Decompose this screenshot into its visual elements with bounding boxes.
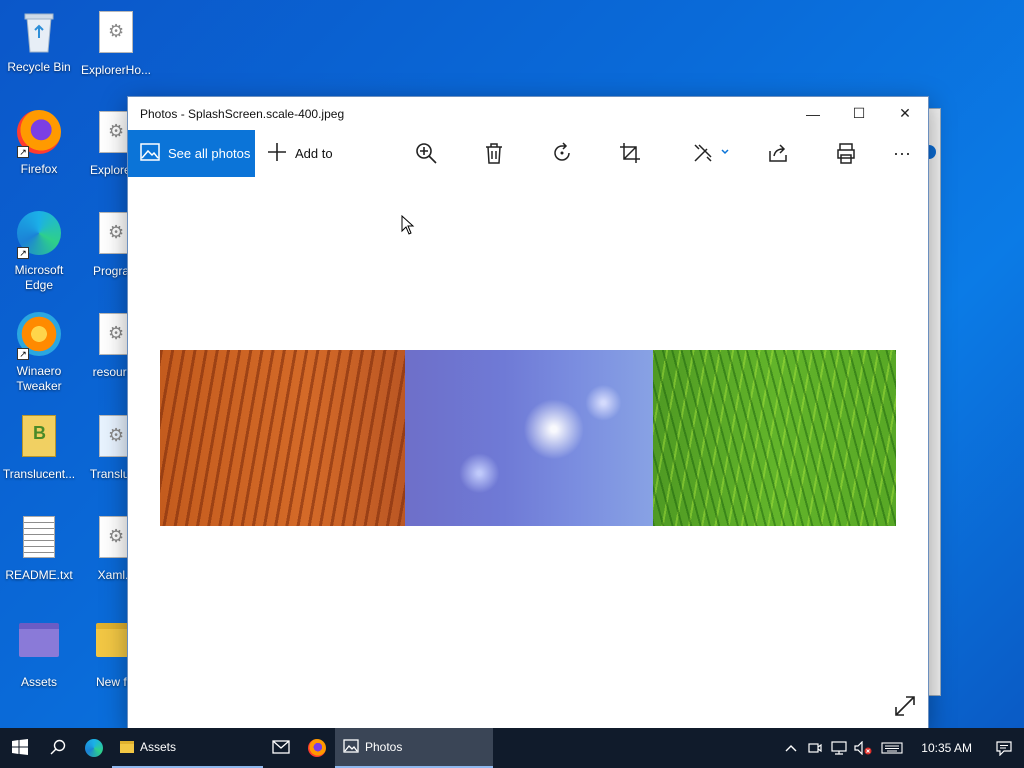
more-button[interactable]: ··· — [893, 142, 917, 166]
photo-image — [160, 350, 896, 526]
desktop-icon-recycle-bin[interactable]: Recycle Bin — [1, 8, 77, 75]
winaero-tweaker-icon: ↗ — [15, 312, 63, 360]
taskbar-mail[interactable] — [263, 728, 299, 768]
rotate-icon[interactable] — [551, 142, 575, 166]
photo-icon — [140, 143, 160, 164]
desktop-icon-label: Recycle Bin — [7, 60, 71, 74]
mouse-cursor-icon — [401, 214, 415, 235]
volume-muted-icon[interactable] — [851, 741, 875, 755]
text-file-icon — [15, 516, 63, 564]
galaxy-segment — [405, 350, 653, 526]
desktop-icon-label: Winaero Tweaker — [16, 364, 62, 393]
print-icon[interactable] — [835, 142, 859, 166]
shortcut-arrow-icon: ↗ — [17, 348, 29, 360]
folder-icon — [120, 741, 134, 753]
task-label: Assets — [140, 740, 177, 754]
window-title: Photos - SplashScreen.scale-400.jpeg — [140, 106, 345, 121]
minimize-button[interactable]: — — [790, 97, 836, 130]
add-to-label: Add to — [295, 146, 333, 161]
taskbar-firefox[interactable] — [299, 728, 335, 768]
chevron-up-icon[interactable] — [779, 744, 803, 752]
search-icon — [50, 739, 66, 758]
desktop-icon-winaero-tweaker[interactable]: ↗ Winaero Tweaker — [1, 310, 77, 394]
photos-toolbar: See all photos Add to ··· — [128, 130, 928, 177]
desktop-icon-assets[interactable]: Assets — [1, 613, 77, 690]
meet-now-icon[interactable] — [803, 741, 827, 755]
title-bar[interactable]: Photos - SplashScreen.scale-400.jpeg — ☐… — [128, 97, 928, 130]
fullscreen-icon[interactable] — [894, 695, 916, 717]
close-button[interactable]: ✕ — [882, 97, 928, 130]
search-button[interactable] — [40, 728, 76, 768]
maximize-button[interactable]: ☐ — [836, 97, 882, 130]
windows-logo-icon — [12, 738, 28, 758]
folder-icon — [15, 623, 63, 671]
photo-viewer[interactable] — [128, 177, 928, 729]
recycle-bin-icon — [15, 8, 63, 56]
edge-icon — [85, 739, 103, 757]
system-tray: 10:35 AM — [779, 728, 1024, 768]
plus-icon — [267, 142, 287, 165]
shortcut-arrow-icon: ↗ — [17, 247, 29, 259]
clock[interactable]: 10:35 AM — [909, 741, 984, 755]
desktop-icon-edge[interactable]: ↗ Microsoft Edge — [1, 209, 77, 293]
edge-icon: ↗ — [15, 211, 63, 259]
network-icon[interactable] — [827, 741, 851, 755]
share-icon[interactable] — [767, 142, 791, 166]
taskbar-photos[interactable]: Photos — [335, 728, 493, 768]
desktop-icon-translucent[interactable]: Translucent... — [1, 412, 77, 482]
archive-icon — [15, 415, 63, 463]
desert-segment — [160, 350, 405, 526]
add-to-button[interactable]: Add to — [267, 142, 333, 165]
desktop-icon-label: ExplorerHo... — [80, 63, 152, 77]
taskbar: Assets Photos 10:35 AM — [0, 728, 1024, 768]
zoom-icon[interactable] — [415, 142, 439, 166]
desktop-icon-explorerhost[interactable]: ExplorerHo... — [78, 8, 154, 78]
notifications-icon[interactable] — [984, 728, 1024, 768]
desktop-icon-firefox[interactable]: ↗ Firefox — [1, 108, 77, 177]
taskbar-assets[interactable]: Assets — [112, 728, 263, 768]
photos-window: Photos - SplashScreen.scale-400.jpeg — ☐… — [127, 96, 929, 730]
desktop-icon-label: README.txt — [5, 568, 73, 582]
firefox-icon: ↗ — [15, 110, 63, 158]
see-all-photos-label: See all photos — [168, 146, 251, 161]
desktop-icon-label: Assets — [20, 675, 57, 689]
desktop-icon-label: Microsoft Edge — [14, 263, 64, 292]
taskbar-edge[interactable] — [76, 728, 112, 768]
keyboard-icon[interactable] — [875, 742, 909, 754]
crop-icon[interactable] — [619, 142, 643, 166]
grass-segment — [653, 350, 896, 526]
mail-icon — [272, 739, 290, 757]
edit-icon[interactable] — [692, 142, 732, 166]
desktop-icon-readme[interactable]: README.txt — [1, 513, 77, 583]
desktop-icon-label: Translucent... — [2, 467, 76, 481]
shortcut-arrow-icon: ↗ — [17, 146, 29, 158]
photo-icon — [343, 738, 359, 756]
task-label: Photos — [365, 740, 403, 754]
firefox-icon — [308, 739, 326, 757]
desktop-icon-label: Firefox — [20, 162, 58, 176]
settings-file-icon — [92, 11, 140, 59]
see-all-photos-button[interactable]: See all photos — [128, 130, 255, 177]
start-button[interactable] — [0, 728, 40, 768]
delete-icon[interactable] — [483, 142, 507, 166]
